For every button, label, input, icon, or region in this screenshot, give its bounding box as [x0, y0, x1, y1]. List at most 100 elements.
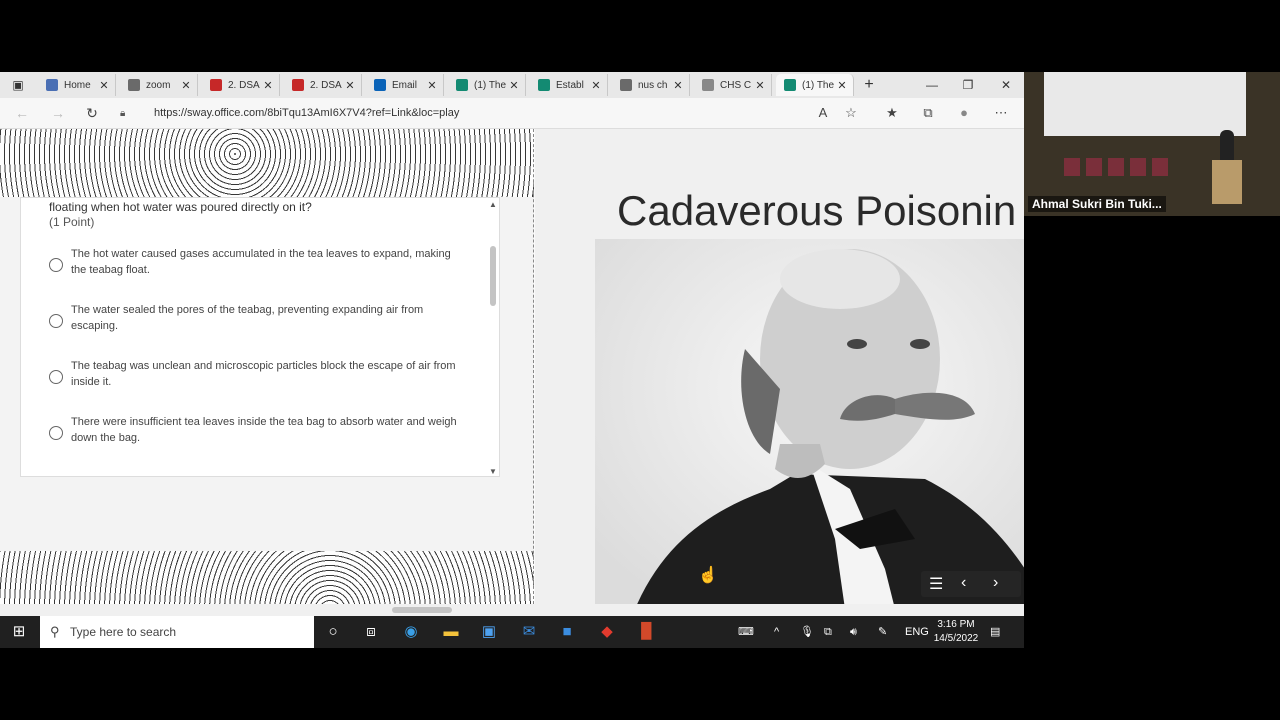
refresh-icon[interactable]: ↻: [80, 102, 104, 124]
seat: [1130, 158, 1146, 176]
radio-button[interactable]: [49, 258, 63, 272]
notifications-icon[interactable]: ▤: [990, 616, 1000, 648]
clock-date: 14/5/2022: [933, 633, 979, 644]
previous-slide-icon[interactable]: ‹: [961, 574, 966, 592]
show-hidden-icons-icon[interactable]: ^: [774, 616, 779, 648]
browser-tab[interactable]: Home ✕: [38, 74, 116, 96]
volume-icon[interactable]: 🔊︎: [850, 616, 857, 648]
close-tab-icon[interactable]: ✕: [179, 79, 193, 92]
read-aloud-icon[interactable]: A: [812, 102, 834, 124]
browser-tab[interactable]: (1) The ✕: [776, 74, 854, 96]
url-field[interactable]: 🔒︎ https://sway.office.com/8biTqu13AmI6X7…: [120, 102, 810, 124]
taskbar-search-box[interactable]: ⚲ Type here to search: [40, 616, 314, 648]
close-tab-icon[interactable]: ✕: [261, 79, 275, 92]
tab-label: Establ: [556, 79, 584, 91]
back-icon[interactable]: ←: [10, 102, 34, 124]
browser-tab[interactable]: nus ch ✕: [612, 74, 690, 96]
system-clock[interactable]: 3:16 PM 14/5/2022: [930, 618, 982, 646]
participant-name: Ahmal Sukri Bin Tuki...: [1028, 196, 1166, 212]
restore-icon[interactable]: ❐: [950, 72, 986, 98]
pdf-icon: [292, 79, 304, 91]
close-window-icon[interactable]: ✕: [988, 72, 1024, 98]
tab-bar: ▣ Home ✕ zoom ✕ 2. DSA ✕ 2. DSA ✕ Email ✕ (1) The ✕…: [0, 72, 1024, 98]
cortana-icon[interactable]: ○: [318, 620, 348, 644]
scroll-up-icon[interactable]: ▲: [489, 200, 497, 209]
outlook-icon: [374, 79, 386, 91]
profile-avatar-icon[interactable]: ●: [953, 102, 975, 124]
keyboard-icon[interactable]: ⌨: [738, 616, 754, 648]
slide-title: Cadaverous Poisonin: [617, 187, 1017, 234]
windows-start-icon[interactable]: ⊞: [4, 620, 34, 644]
browser-tab[interactable]: 2. DSA ✕: [202, 74, 280, 96]
radio-button[interactable]: [49, 314, 63, 328]
horizontal-scrollbar[interactable]: [0, 604, 1024, 616]
answer-option-2[interactable]: The water sealed the pores of the teabag…: [49, 302, 489, 342]
file-explorer-icon[interactable]: ▬: [436, 620, 466, 644]
close-tab-icon[interactable]: ✕: [507, 79, 521, 92]
page-icon: [702, 79, 714, 91]
tab-label: 2. DSA: [310, 79, 342, 91]
radio-button[interactable]: [49, 426, 63, 440]
language-indicator[interactable]: ENG: [905, 616, 929, 648]
form-scrollbar[interactable]: ▲ ▼: [487, 198, 499, 476]
edge-browser-icon[interactable]: ◉: [396, 620, 426, 644]
next-slide-icon[interactable]: ›: [993, 574, 998, 592]
answer-option-1[interactable]: The hot water caused gases accumulated i…: [49, 246, 489, 286]
option-label: The teabag was unclean and microscopic p…: [71, 360, 456, 388]
address-bar: ← → ↻ 🔒︎ https://sway.office.com/8biTqu13…: [0, 98, 1024, 129]
radio-button[interactable]: [49, 370, 63, 384]
seat: [1064, 158, 1080, 176]
browser-tab[interactable]: zoom ✕: [120, 74, 198, 96]
lock-icon: 🔒︎: [120, 108, 126, 119]
slide-navigation: ☰ ‹ ›: [921, 571, 1021, 597]
browser-tab[interactable]: 2. DSA ✕: [284, 74, 362, 96]
powerpoint-icon[interactable]: ▉: [632, 620, 662, 644]
close-tab-icon[interactable]: ✕: [753, 79, 767, 92]
new-tab-button[interactable]: +: [860, 74, 878, 96]
mail-icon[interactable]: ✉: [514, 620, 544, 644]
favorites-icon[interactable]: ★: [881, 102, 903, 124]
pen-icon[interactable]: ✎: [878, 616, 887, 648]
add-favorite-icon[interactable]: ☆: [840, 102, 862, 124]
navigation-menu-icon[interactable]: ☰: [929, 574, 943, 594]
close-tab-icon[interactable]: ✕: [343, 79, 357, 92]
zoom-icon[interactable]: ■: [552, 620, 582, 644]
minimize-icon[interactable]: —: [914, 72, 950, 98]
close-tab-icon[interactable]: ✕: [97, 79, 111, 92]
close-tab-icon[interactable]: ✕: [425, 79, 439, 92]
more-options-icon[interactable]: ⋯: [990, 102, 1012, 124]
answer-option-4[interactable]: There were insufficient tea leaves insid…: [49, 414, 489, 454]
search-placeholder: Type here to search: [70, 625, 177, 639]
tab-label: zoom: [146, 79, 171, 91]
scroll-down-icon[interactable]: ▼: [489, 467, 497, 476]
scrollbar-thumb[interactable]: [392, 607, 452, 613]
browser-tab[interactable]: (1) The ✕: [448, 74, 526, 96]
close-tab-icon[interactable]: ✕: [671, 79, 685, 92]
collections-icon[interactable]: ⧉: [917, 102, 939, 124]
search-icon: ⚲: [50, 624, 60, 639]
network-icon[interactable]: ⧉: [824, 616, 832, 648]
browser-tab[interactable]: Email ✕: [366, 74, 444, 96]
browser-tab[interactable]: Establ ✕: [530, 74, 608, 96]
answer-option-3[interactable]: The teabag was unclean and microscopic p…: [49, 358, 489, 398]
option-label: There were insufficient tea leaves insid…: [71, 416, 457, 444]
portrait-image: [595, 239, 1024, 604]
task-view-icon[interactable]: ⧈: [356, 620, 386, 644]
tab-actions-icon[interactable]: ▣: [0, 72, 36, 98]
sway-icon: [538, 79, 550, 91]
acrobat-icon[interactable]: ◆: [592, 620, 622, 644]
microphone-icon[interactable]: 🎙︎: [800, 616, 814, 648]
tab-label: (1) The: [474, 79, 507, 91]
video-thumbnail: Ahmal Sukri Bin Tuki...: [1024, 72, 1280, 216]
scrollbar-thumb[interactable]: [490, 246, 496, 306]
forward-icon[interactable]: →: [46, 102, 70, 124]
store-icon[interactable]: ▣: [474, 620, 504, 644]
tab-label: (1) The: [802, 79, 835, 91]
browser-tab[interactable]: CHS C ✕: [694, 74, 772, 96]
hand-cursor-icon: ☝: [698, 567, 718, 584]
search-icon: [620, 79, 632, 91]
sway-page: floating when hot water was poured direc…: [0, 129, 1024, 604]
close-tab-icon[interactable]: ✕: [835, 79, 849, 92]
url-text: https://sway.office.com/8biTqu13AmI6X7V4…: [154, 107, 460, 119]
close-tab-icon[interactable]: ✕: [589, 79, 603, 92]
